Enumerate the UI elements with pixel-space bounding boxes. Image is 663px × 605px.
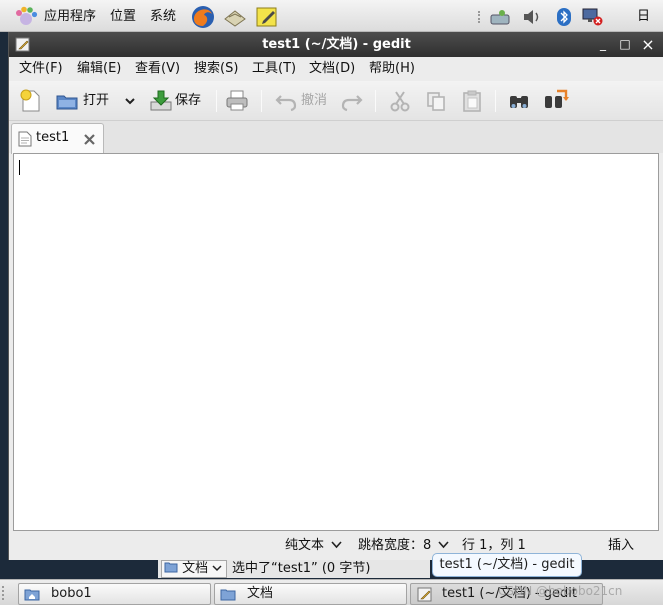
gedit-app-icon: [417, 587, 432, 602]
copy-icon[interactable]: [425, 88, 447, 114]
print-icon[interactable]: [225, 88, 249, 114]
foot-logo-icon[interactable]: [14, 6, 38, 28]
menu-documents[interactable]: 文档(D): [309, 57, 355, 81]
tab-width-label: 跳格宽度：: [358, 538, 424, 553]
minimize-button[interactable]: _: [594, 36, 612, 53]
network-disconnected-icon[interactable]: [582, 8, 604, 26]
text-cursor: [19, 160, 20, 175]
undo-button[interactable]: 撤消: [301, 88, 327, 114]
taskbar-label: bobo1: [51, 586, 92, 601]
chevron-down-icon: [438, 541, 450, 549]
menu-edit[interactable]: 编辑(E): [77, 57, 121, 81]
insert-mode: 插入: [608, 538, 635, 553]
redo-icon[interactable]: [341, 88, 363, 114]
language-label: 纯文本: [285, 538, 325, 553]
language-selector[interactable]: 纯文本: [285, 536, 342, 556]
save-icon[interactable]: [149, 88, 173, 114]
taskbar-item-bobo1[interactable]: bobo1: [18, 583, 211, 605]
toolbar: 打开 保存 撤消: [9, 81, 663, 121]
tab-label: test1: [36, 130, 70, 145]
toolbar-separator: [375, 90, 376, 112]
menu-file[interactable]: 文件(F): [19, 57, 63, 81]
tab-test1[interactable]: test1: [11, 123, 104, 154]
bluetooth-icon[interactable]: [554, 8, 574, 26]
maximize-button[interactable]: □: [616, 36, 634, 53]
taskbar-item-documents[interactable]: 文档: [214, 583, 407, 605]
close-tab-icon[interactable]: [83, 133, 96, 146]
cut-icon[interactable]: [389, 88, 411, 114]
window-title: test1 (~/文档) - gedit: [262, 37, 411, 52]
taskbar-tooltip: test1 (~/文档) - gedit: [432, 553, 582, 577]
folder-icon: [164, 562, 178, 573]
close-window-button[interactable]: ×: [639, 36, 657, 53]
menu-help[interactable]: 帮助(H): [369, 57, 415, 81]
menubar: 文件(F) 编辑(E) 查看(V) 搜索(S) 工具(T) 文档(D) 帮助(H…: [9, 57, 663, 81]
background-window-strip: 文档 选中了“test1” (0 字节): [158, 560, 430, 578]
panel-separator: [478, 11, 481, 23]
find-replace-icon[interactable]: [543, 88, 569, 114]
text-document-icon: [18, 131, 32, 147]
menu-view[interactable]: 查看(V): [135, 57, 180, 81]
undo-icon[interactable]: [275, 88, 297, 114]
tab-width-value: 8: [423, 538, 432, 553]
open-folder-icon[interactable]: [55, 88, 79, 114]
panel-handle: [2, 586, 6, 600]
find-binoculars-icon[interactable]: [507, 88, 531, 114]
open-button[interactable]: 打开: [83, 88, 109, 114]
notes-editor-icon[interactable]: [255, 5, 279, 29]
chevron-down-icon: [212, 565, 222, 572]
top-panel: 应用程序 位置 系统 日: [0, 0, 663, 32]
open-recent-chevron-down-icon[interactable]: [123, 88, 137, 114]
taskbar-label: 文档: [247, 586, 274, 601]
location-selector[interactable]: 文档: [161, 560, 228, 578]
system-menu[interactable]: 系统: [150, 0, 176, 32]
tab-bar: [9, 121, 663, 153]
save-button[interactable]: 保存: [175, 88, 201, 114]
gedit-window: test1 (~/文档) - gedit _ □ × 文件(F) 编辑(E) 查…: [8, 32, 663, 560]
clock[interactable]: 日: [637, 0, 650, 32]
firefox-icon[interactable]: [191, 5, 215, 29]
menu-tools[interactable]: 工具(T): [252, 57, 296, 81]
titlebar[interactable]: test1 (~/文档) - gedit _ □ ×: [9, 32, 663, 57]
folder-icon: [220, 589, 236, 601]
location-label: 文档: [182, 561, 209, 576]
places-menu[interactable]: 位置: [110, 0, 136, 32]
applications-menu[interactable]: 应用程序: [44, 0, 96, 32]
mail-client-icon[interactable]: [223, 5, 247, 29]
volume-icon[interactable]: [522, 8, 542, 26]
paste-icon[interactable]: [461, 88, 483, 114]
new-document-icon[interactable]: [19, 88, 43, 114]
toolbar-separator: [261, 90, 262, 112]
watermark: CSDN @bobobo21cn: [498, 584, 623, 598]
toolbar-separator: [216, 90, 217, 112]
network-icon[interactable]: [490, 8, 510, 26]
selection-status: 选中了“test1” (0 字节): [232, 561, 371, 576]
toolbar-separator: [495, 90, 496, 112]
menu-search[interactable]: 搜索(S): [194, 57, 238, 81]
chevron-down-icon: [331, 541, 342, 549]
home-folder-icon: [24, 589, 40, 601]
text-editor-area[interactable]: [13, 153, 659, 531]
